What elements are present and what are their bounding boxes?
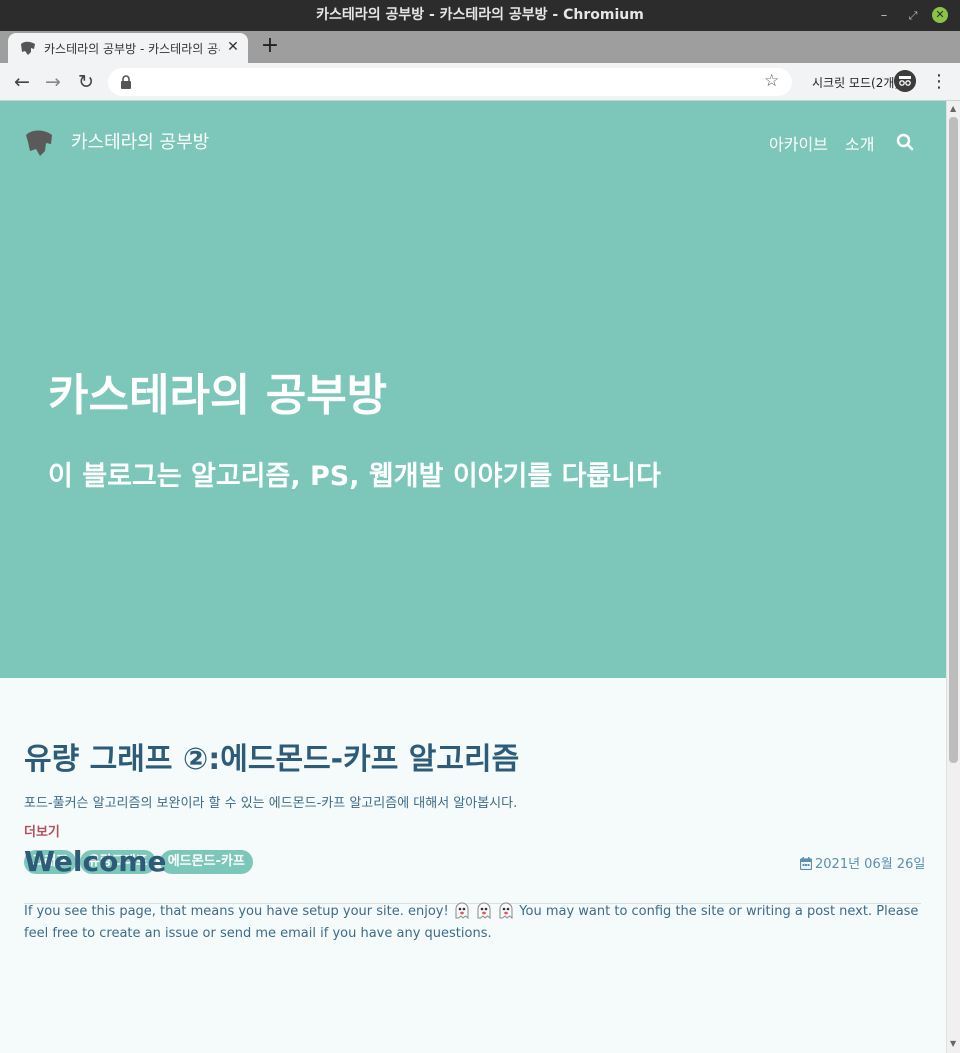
window-title: 카스테라의 공부방 - 카스테라의 공부방 - Chromium	[316, 7, 644, 23]
post-date-text: 2021년 06월 26일	[815, 857, 926, 872]
tag-edmonds-karp[interactable]: 에드몬드-카프	[159, 850, 253, 874]
welcome-text: If you see this page, that means you hav…	[24, 901, 924, 945]
ghost-icon	[477, 902, 491, 919]
new-tab-button[interactable]: +	[260, 35, 280, 57]
post-title-link[interactable]: 유량 그래프 ②:에드몬드-카프 알고리즘	[24, 734, 519, 778]
forward-button[interactable]: →	[41, 70, 65, 94]
ghost-icon	[455, 902, 469, 919]
leaf-logo-icon[interactable]	[24, 127, 54, 157]
reload-button[interactable]: ↻	[74, 70, 98, 94]
search-icon[interactable]	[896, 133, 914, 151]
back-button[interactable]: ←	[10, 70, 34, 94]
close-window-button[interactable]: ✕	[932, 7, 948, 23]
bookmark-star-icon[interactable]: ☆	[764, 71, 779, 91]
leaf-favicon-icon	[21, 41, 35, 55]
browser-menu-button[interactable]: ⋮	[930, 70, 948, 94]
hero-subtitle: 이 블로그는 알고리즘, PS, 웹개발 이야기를 다룹니다	[48, 461, 661, 492]
nav-archive-link[interactable]: 아카이브	[769, 131, 828, 155]
site-title-link[interactable]: 카스테라의 공부방	[71, 128, 209, 154]
nav-about-link[interactable]: 소개	[845, 131, 874, 155]
tab-close-button[interactable]: ✕	[224, 38, 242, 56]
browser-toolbar: ← → ↻ ☆ 시크릿 모드(2개) ⋮	[0, 63, 960, 101]
incognito-icon[interactable]	[894, 70, 916, 92]
tab-strip: 카스테라의 공부방 - 카스테라의 공부방 ✕	[0, 31, 960, 63]
post-excerpt: 포드-풀커슨 알고리즘의 보완이라 할 수 있는 에드몬드-카프 알고리즘에 대…	[24, 796, 518, 811]
hero-title: 카스테라의 공부방	[48, 370, 388, 421]
incognito-label[interactable]: 시크릿 모드(2개)	[812, 74, 899, 91]
scroll-up-arrow-icon[interactable]: ▲	[950, 104, 956, 113]
maximize-button[interactable]: ⤢	[902, 0, 924, 31]
address-bar[interactable]: ☆	[108, 68, 792, 96]
lock-icon	[121, 75, 131, 89]
tab-active[interactable]: 카스테라의 공부방 - 카스테라의 공부방 ✕	[8, 33, 248, 63]
hero-banner: 카스테라의 공부방 아카이브 소개 카스테라의 공부방 이 블로그는 알고리즘,…	[0, 101, 946, 678]
welcome-text-before: If you see this page, that means you hav…	[24, 904, 449, 919]
post-date: 2021년 06월 26일	[799, 853, 926, 872]
page-scrollbar[interactable]: ▲ ▼	[946, 101, 960, 1053]
read-more-link[interactable]: 더보기	[24, 821, 60, 840]
welcome-title: Welcome	[24, 845, 167, 878]
scroll-down-arrow-icon[interactable]: ▼	[950, 1039, 956, 1048]
window-titlebar: 카스테라의 공부방 - 카스테라의 공부방 - Chromium – ⤢ ✕	[0, 0, 960, 31]
scrollbar-thumb[interactable]	[949, 117, 958, 763]
calendar-icon	[799, 857, 813, 871]
tab-title: 카스테라의 공부방 - 카스테라의 공부방	[44, 42, 220, 56]
minimize-button[interactable]: –	[873, 0, 895, 31]
ghost-icon	[499, 902, 513, 919]
